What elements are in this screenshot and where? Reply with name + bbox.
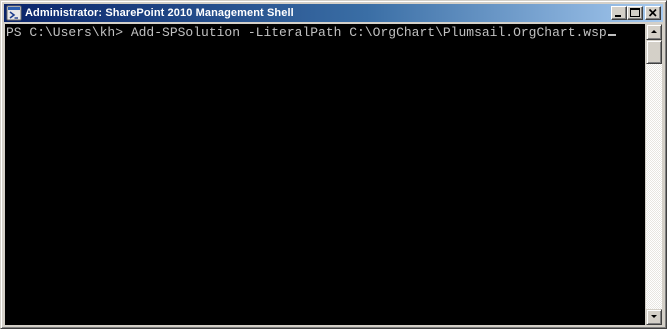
close-button[interactable] bbox=[645, 6, 661, 20]
scroll-thumb[interactable] bbox=[646, 40, 662, 64]
arrow-up-icon bbox=[651, 30, 657, 33]
powershell-icon[interactable] bbox=[6, 5, 22, 21]
scroll-down-button[interactable] bbox=[646, 309, 662, 325]
close-icon bbox=[648, 8, 657, 17]
minimize-icon bbox=[615, 15, 621, 17]
arrow-down-icon bbox=[651, 315, 657, 318]
command-text: PS C:\Users\kh> Add-SPSolution -LiteralP… bbox=[6, 25, 607, 40]
caption-buttons bbox=[611, 6, 661, 20]
maximize-icon bbox=[630, 8, 640, 17]
console-window: Administrator: SharePoint 2010 Managemen… bbox=[0, 0, 667, 329]
console-output-area[interactable]: PS C:\Users\kh> Add-SPSolution -LiteralP… bbox=[5, 24, 645, 325]
command-line: PS C:\Users\kh> Add-SPSolution -LiteralP… bbox=[6, 26, 616, 40]
title-bar[interactable]: Administrator: SharePoint 2010 Managemen… bbox=[4, 4, 663, 22]
vertical-scrollbar[interactable] bbox=[646, 24, 662, 325]
text-cursor bbox=[607, 34, 616, 36]
minimize-button[interactable] bbox=[611, 6, 627, 20]
maximize-button[interactable] bbox=[627, 6, 643, 20]
window-title: Administrator: SharePoint 2010 Managemen… bbox=[25, 7, 294, 19]
scroll-up-button[interactable] bbox=[646, 24, 662, 40]
